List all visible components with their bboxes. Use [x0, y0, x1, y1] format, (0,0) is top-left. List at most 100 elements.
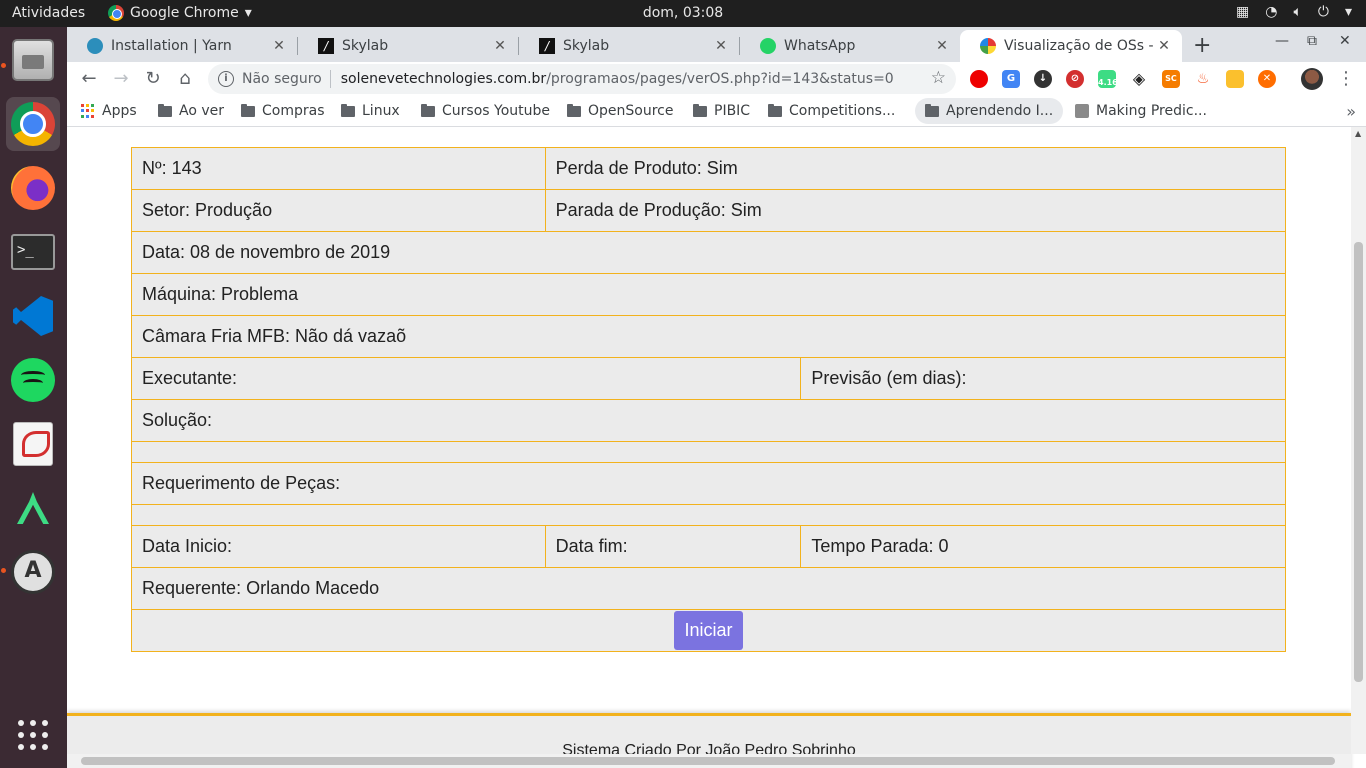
system-top-bar: Atividades Google Chrome ▾ dom, 03:08 ▦ …	[0, 0, 1366, 27]
cold-room: Câmara Fria MFB: Não dá vazaõ	[131, 315, 1286, 358]
android-extension-icon[interactable]: 4.16	[1098, 70, 1118, 88]
new-tab-button[interactable]: +	[1193, 33, 1211, 58]
tab-skylab-2[interactable]: / Skylab ✕	[519, 30, 739, 62]
solution-label: Solução:	[131, 399, 1286, 442]
menu-icon[interactable]: ⋮	[1337, 68, 1355, 89]
machine: Máquina: Problema	[131, 273, 1286, 316]
clock[interactable]: dom, 03:08	[643, 5, 723, 21]
power-icon[interactable]: ⏻	[1318, 4, 1329, 20]
date: Data: 08 de novembro de 2019	[131, 231, 1286, 274]
production-stop: Parada de Produção: Sim	[544, 189, 1287, 232]
fish-extension-icon[interactable]	[1226, 70, 1244, 88]
table-row: Câmara Fria MFB: Não dá vazaõ	[131, 315, 1286, 358]
bookmark-label: Ao ver	[179, 103, 225, 119]
bookmark-label: Cursos Youtube	[442, 103, 551, 119]
scrollbar-thumb[interactable]	[81, 757, 1335, 765]
chevron-right-icon[interactable]: »	[1346, 102, 1356, 121]
close-window-button[interactable]: ✕	[1339, 33, 1351, 49]
bookmark-compras[interactable]: Compras	[241, 103, 325, 119]
pdf-viewer-launcher[interactable]	[6, 417, 60, 471]
volume-icon[interactable]: 🔈︎	[1293, 4, 1301, 20]
show-applications-button[interactable]	[6, 708, 60, 762]
close-icon[interactable]: ✕	[492, 38, 508, 54]
tab-title: Installation | Yarn	[111, 38, 232, 54]
bookmark-linux[interactable]: Linux	[341, 103, 400, 119]
opera-extension-icon[interactable]	[970, 70, 988, 88]
bookmark-ao-ver[interactable]: Ao ver	[158, 103, 224, 119]
block-extension-icon[interactable]: ⊘	[1066, 70, 1084, 88]
folder-icon	[341, 103, 355, 117]
reload-button[interactable]: ↻	[141, 67, 165, 91]
maximize-button[interactable]: ⧉	[1307, 33, 1317, 49]
spotify-launcher[interactable]	[6, 353, 60, 407]
activities-button[interactable]: Atividades	[12, 5, 85, 21]
files-icon	[12, 39, 54, 81]
skylab-icon: /	[318, 38, 334, 54]
profile-avatar[interactable]	[1301, 68, 1323, 90]
tab-yarn[interactable]: Installation | Yarn ✕	[67, 30, 297, 62]
download-extension-icon[interactable]: ↓	[1034, 70, 1052, 88]
bookmark-competitions[interactable]: Competitions...	[768, 103, 895, 119]
vscode-launcher[interactable]	[6, 289, 60, 343]
horizontal-scrollbar[interactable]	[67, 754, 1351, 768]
bookmark-cursos-youtube[interactable]: Cursos Youtube	[421, 103, 550, 119]
scroll-up-icon[interactable]: ▲	[1355, 129, 1361, 138]
sc-extension-icon[interactable]: SC	[1162, 70, 1180, 88]
close-icon[interactable]: ✕	[713, 38, 729, 54]
android-studio-launcher[interactable]	[6, 481, 60, 535]
os-details-table: Nº: 143 Perda de Produto: Sim Setor: Pro…	[130, 147, 1287, 652]
app-menu-label: Google Chrome	[130, 5, 239, 21]
app-menu[interactable]: Google Chrome ▾	[108, 5, 252, 21]
folder-icon	[158, 103, 172, 117]
tab-title: WhatsApp	[784, 38, 856, 54]
address-bar[interactable]: i Não seguro solenevetechnologies.com.br…	[208, 64, 956, 94]
chrome-launcher[interactable]	[6, 97, 60, 151]
bookmark-label: Competitions...	[789, 103, 896, 119]
bookmark-label: Apps	[102, 103, 137, 119]
sector: Setor: Produção	[131, 189, 546, 232]
firefox-launcher[interactable]	[6, 161, 60, 215]
diamond-extension-icon[interactable]: ◈	[1130, 70, 1148, 88]
bookmark-opensource[interactable]: OpenSource	[567, 103, 673, 119]
back-button[interactable]: ←	[77, 67, 101, 91]
tab-visualizacao-os[interactable]: Visualização de OSs - R ✕	[960, 30, 1182, 62]
workspace-grid-icon[interactable]: ▦	[1236, 4, 1249, 20]
forward-button[interactable]: →	[109, 67, 133, 91]
x-extension-icon[interactable]: ✕	[1258, 70, 1276, 88]
start-button[interactable]: Iniciar	[674, 611, 743, 650]
wifi-icon[interactable]: ◔	[1265, 4, 1277, 20]
security-label[interactable]: Não seguro	[242, 71, 322, 87]
files-launcher[interactable]	[6, 33, 60, 87]
table-row: Setor: Produção Parada de Produção: Sim	[131, 189, 1287, 232]
bookmark-apps[interactable]: Apps	[81, 103, 137, 119]
close-icon[interactable]: ✕	[1156, 38, 1172, 54]
table-row: Iniciar	[131, 609, 1286, 652]
close-icon[interactable]: ✕	[934, 38, 950, 54]
home-button[interactable]: ⌂	[173, 67, 197, 91]
tab-strip: Installation | Yarn ✕ / Skylab ✕ / Skyla…	[67, 27, 1366, 62]
scrollbar-thumb[interactable]	[1354, 242, 1363, 682]
software-updater-launcher[interactable]: A	[6, 545, 60, 599]
close-icon[interactable]: ✕	[271, 38, 287, 54]
bookmark-making-predictions[interactable]: Making Predic...	[1075, 103, 1207, 119]
downtime: Tempo Parada: 0	[800, 525, 1286, 568]
info-icon[interactable]: i	[218, 71, 234, 87]
bookmark-aprendendo[interactable]: Aprendendo I...	[915, 98, 1064, 124]
folder-icon	[768, 103, 782, 117]
tab-skylab-1[interactable]: / Skylab ✕	[298, 30, 518, 62]
bookmark-pibic[interactable]: PIBIC	[693, 103, 750, 119]
terminal-launcher[interactable]: >_	[6, 225, 60, 279]
chevron-down-icon[interactable]: ▾	[1345, 4, 1352, 20]
bookmarks-bar: Apps Ao ver Compras Linux Cursos Youtube…	[67, 96, 1366, 127]
tab-whatsapp[interactable]: WhatsApp ✕	[740, 30, 960, 62]
minimize-button[interactable]: —	[1275, 33, 1289, 49]
skylab-icon: /	[539, 38, 555, 54]
translate-extension-icon[interactable]: G	[1002, 70, 1020, 88]
requester: Requerente: Orlando Macedo	[131, 567, 1286, 610]
vertical-scrollbar[interactable]: ▲	[1351, 127, 1366, 754]
system-tray[interactable]: ▦ ◔ 🔈︎ ⏻ ▾	[1236, 4, 1352, 20]
start-date: Data Inicio:	[131, 525, 546, 568]
fire-extension-icon[interactable]: ♨	[1194, 70, 1212, 88]
software-updater-icon: A	[11, 550, 55, 594]
bookmark-star-icon[interactable]: ☆	[931, 68, 946, 88]
